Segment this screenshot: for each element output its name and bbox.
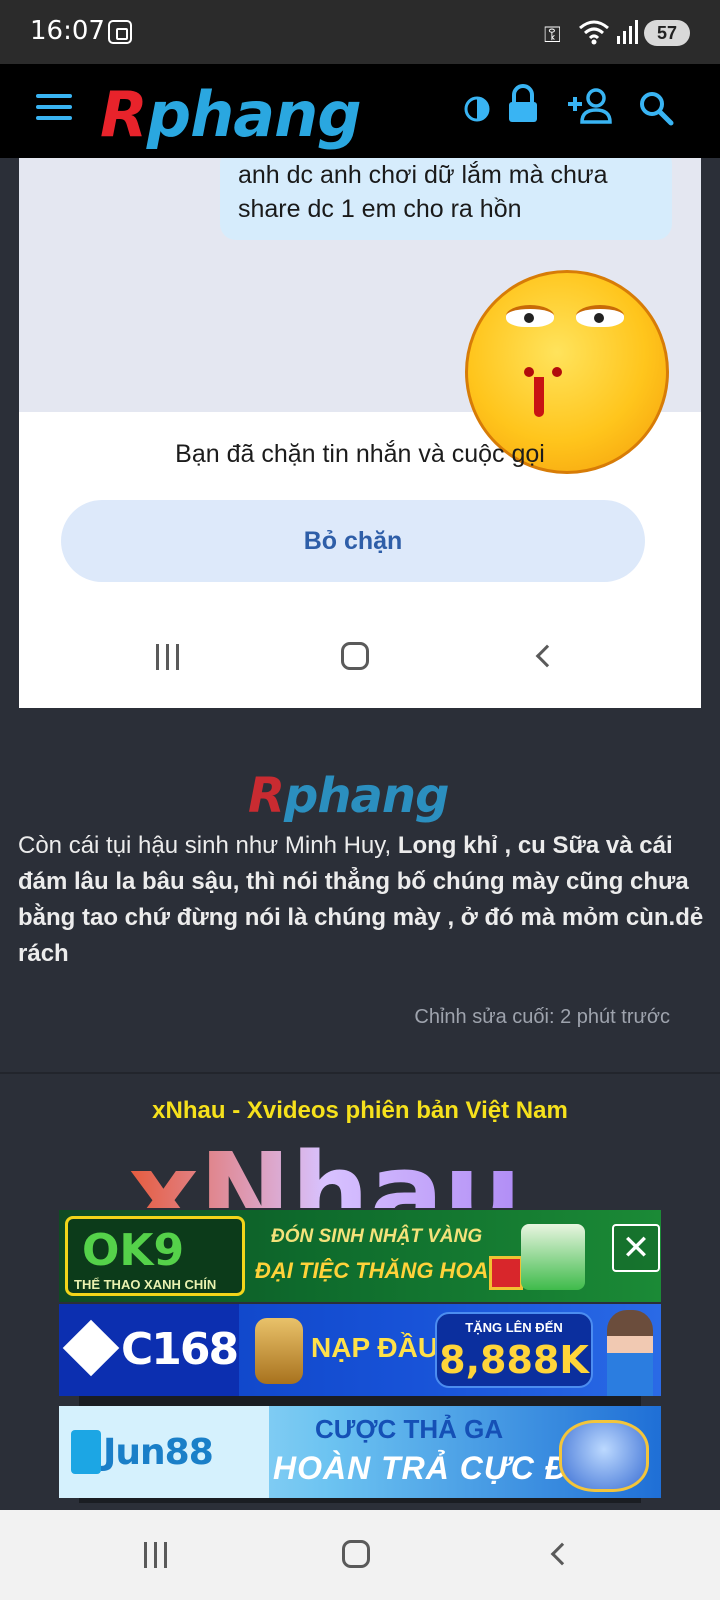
- c168-banner[interactable]: C168 NẠP ĐẦU TẶNG LÊN ĐẾN 8,888K: [59, 1304, 661, 1396]
- blocked-notice: Bạn đã chặn tin nhắn và cuộc gọi: [175, 440, 545, 468]
- battery-icon: 57: [644, 20, 690, 46]
- vpn-key-icon: ⚿: [544, 22, 561, 47]
- status-time: 16:07: [30, 16, 105, 46]
- screen-record-icon: [108, 20, 132, 44]
- ad-title-link[interactable]: xNhau - Xvideos phiên bản Việt Nam: [0, 1097, 720, 1125]
- site-header: Rphang: [0, 64, 720, 158]
- embedded-screenshot[interactable]: anh dc anh chơi dữ lắm mà chưa share dc …: [19, 158, 701, 708]
- money-jar-icon: [255, 1318, 303, 1384]
- close-ad-button[interactable]: ✕: [612, 1224, 660, 1272]
- system-nav-bar: [0, 1510, 720, 1600]
- c168-headline: NẠP ĐẦU: [311, 1332, 439, 1363]
- mascot-icon: [559, 1420, 649, 1492]
- post-body: Còn cái tụi hậu sinh như Minh Huy, Long …: [18, 828, 708, 972]
- site-logo[interactable]: Rphang: [100, 78, 362, 151]
- unblock-button: Bỏ chặn: [61, 500, 645, 582]
- search-icon[interactable]: [638, 90, 674, 126]
- add-user-icon[interactable]: [566, 88, 614, 124]
- signal-icon: [617, 20, 638, 44]
- recents-button[interactable]: [142, 1542, 170, 1568]
- status-bar: 16:07 ⚿ 57: [0, 0, 720, 64]
- back-button[interactable]: [550, 1542, 574, 1566]
- chat-area: anh dc anh chơi dữ lắm mà chưa share dc …: [19, 158, 701, 474]
- divider: [0, 1072, 720, 1074]
- post-text-normal: Còn cái tụi hậu sinh như Minh Huy,: [18, 832, 398, 859]
- c168-logo: C168: [59, 1304, 239, 1396]
- home-icon: [341, 642, 369, 670]
- ok9-logo: OK9 THỂ THAO XANH CHÍN: [65, 1216, 245, 1296]
- xnhau-logo[interactable]: xNhau: [128, 1128, 522, 1208]
- ok9-headline: ĐÓN SINH NHẬT VÀNG: [271, 1226, 483, 1247]
- jun88-subline: HOÀN TRẢ CỰC ĐÃ: [273, 1450, 593, 1486]
- recents-icon: [154, 644, 182, 670]
- chat-bubble: anh dc anh chơi dữ lắm mà chưa share dc …: [220, 158, 672, 240]
- embedded-nav-bar: [19, 628, 701, 688]
- post-watermark-logo: Rphang: [248, 768, 449, 824]
- contrast-icon[interactable]: [462, 92, 492, 122]
- c168-bonus-box: TẶNG LÊN ĐẾN 8,888K: [435, 1312, 593, 1388]
- wifi-icon: [579, 20, 609, 45]
- jun88-banner[interactable]: Jun88 CƯỢC THẢ GA HOÀN TRẢ CỰC ĐÃ: [59, 1406, 661, 1498]
- ok9-banner[interactable]: OK9 THỂ THAO XANH CHÍN ĐÓN SINH NHẬT VÀN…: [59, 1210, 661, 1302]
- promo-model-image: [607, 1310, 653, 1396]
- gift-icon: [489, 1256, 523, 1290]
- lock-icon[interactable]: [506, 84, 540, 124]
- home-button[interactable]: [342, 1540, 370, 1568]
- back-icon: [535, 644, 559, 668]
- ok9-subline: ĐẠI TIỆC THĂNG HOA: [255, 1258, 489, 1283]
- jun88-headline: CƯỢC THẢ GA: [315, 1414, 504, 1444]
- menu-icon[interactable]: [36, 94, 72, 124]
- jun88-logo: Jun88: [59, 1406, 269, 1498]
- edited-timestamp: Chỉnh sửa cuối: 2 phút trước: [414, 1006, 670, 1028]
- cake-icon: [521, 1224, 585, 1290]
